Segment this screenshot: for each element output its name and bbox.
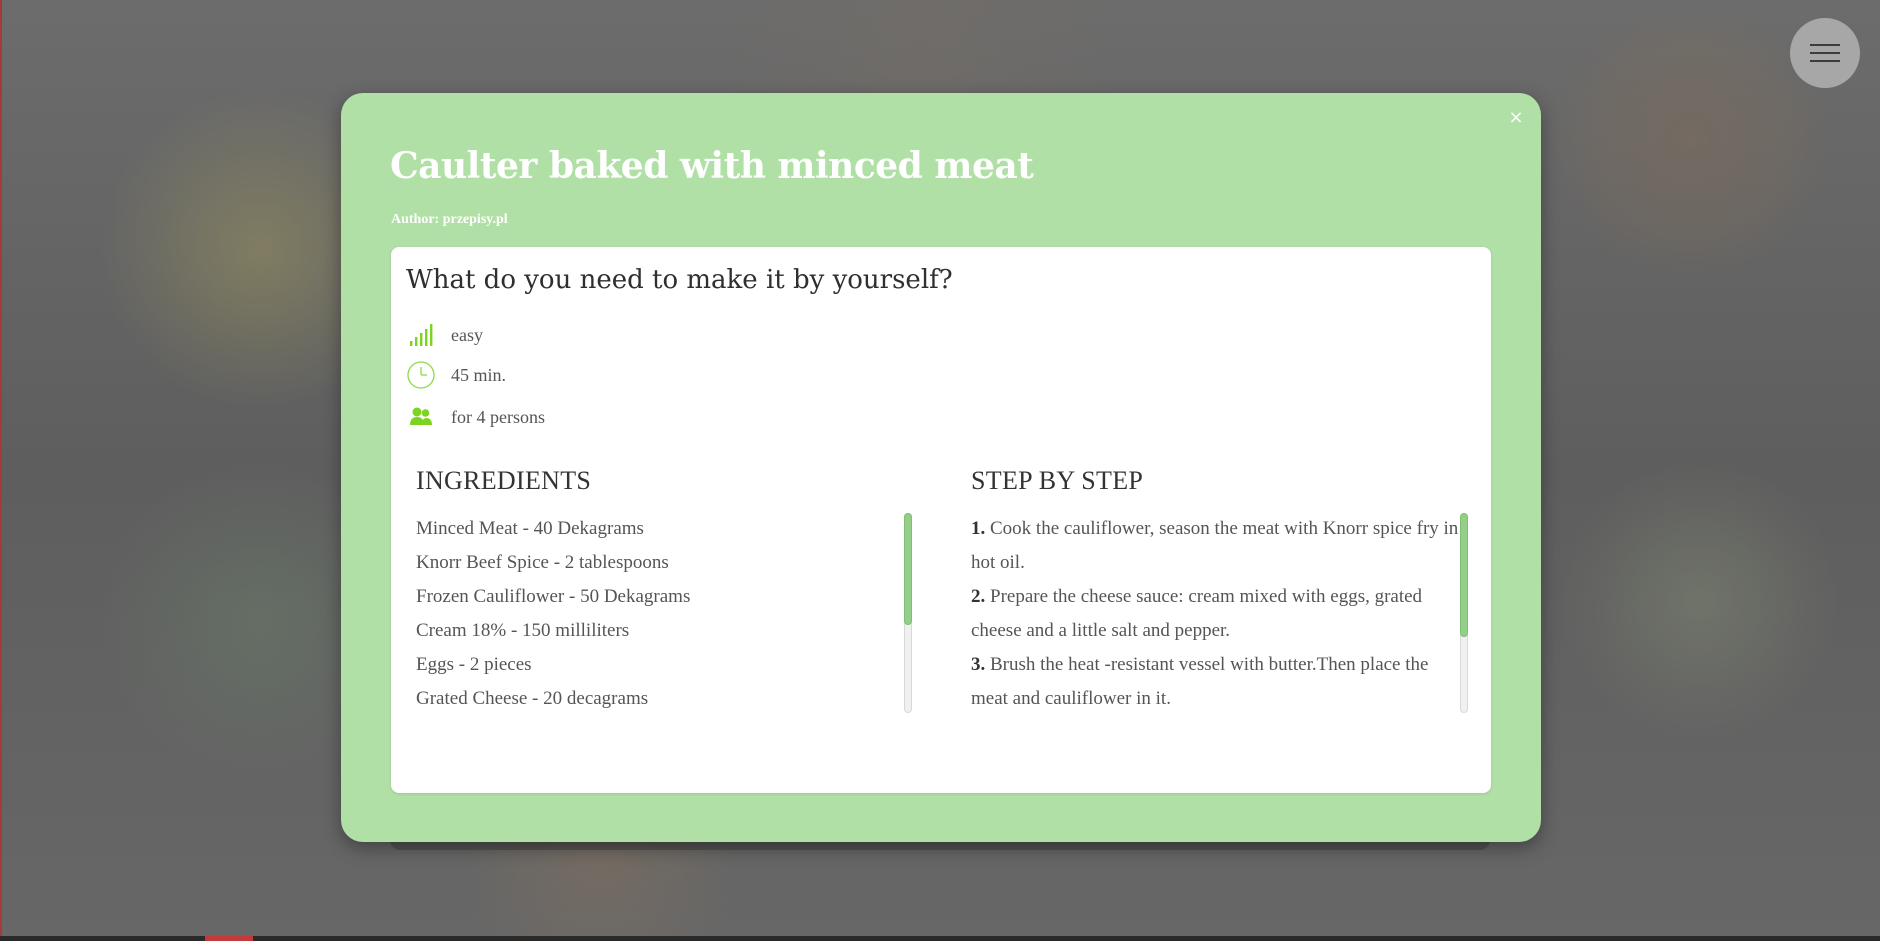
step-text: Cook the cauliflower, season the meat wi… <box>971 518 1459 573</box>
ingredient-item: Frozen Cauliflower - 50 Dekagrams <box>416 586 691 607</box>
ingredient-item: Minced Meat - 40 Dekagrams <box>416 518 644 539</box>
bottom-progress-indicator <box>205 936 253 941</box>
time-row: 45 min. <box>406 360 506 390</box>
ingredient-item: Grated Cheese - 20 decagrams <box>416 688 649 709</box>
step-item: 2. Prepare the cheese sauce: cream mixed… <box>971 580 1468 648</box>
servings-text: for 4 persons <box>451 406 545 427</box>
requirements-heading: What do you need to make it by yourself? <box>406 265 953 295</box>
ingredients-scroll-thumb[interactable] <box>904 513 912 625</box>
ingredients-scrollbar[interactable] <box>904 513 912 713</box>
difficulty-text: easy <box>451 324 483 345</box>
ingredient-item: Knorr Beef Spice - 2 tablespoons <box>416 552 669 573</box>
clock-icon <box>406 360 436 390</box>
time-text: 45 min. <box>451 364 507 385</box>
hamburger-menu-icon <box>1810 44 1840 62</box>
people-icon <box>406 402 436 432</box>
steps-scrollbar[interactable] <box>1460 513 1468 713</box>
steps-heading: STEP BY STEP <box>971 466 1144 495</box>
step-item: 3. Brush the heat -resistant vessel with… <box>971 648 1468 712</box>
steps-scroll-thumb[interactable] <box>1460 513 1468 637</box>
ingredients-section: INGREDIENTS Minced Meat - 40 Dekagrams K… <box>416 466 936 713</box>
ingredient-item: Cream 18% - 150 milliliters <box>416 620 630 641</box>
menu-button[interactable] <box>1790 18 1860 88</box>
left-edge-accent <box>0 0 2 941</box>
close-button[interactable]: × <box>1505 107 1527 129</box>
ingredients-list[interactable]: Minced Meat - 40 Dekagrams Knorr Beef Sp… <box>416 512 916 712</box>
recipe-modal: × Caulter baked with minced meat Author:… <box>341 93 1541 842</box>
steps-section: STEP BY STEP 1. Cook the cauliflower, se… <box>971 466 1481 713</box>
step-number: 3. <box>971 654 986 675</box>
recipe-details-card: What do you need to make it by yourself?… <box>391 247 1491 793</box>
recipe-title: Caulter baked with minced meat <box>390 145 1034 187</box>
difficulty-row: easy <box>406 320 483 350</box>
recipe-author: Author: przepisy.pl <box>391 212 508 227</box>
step-text: Brush the heat -resistant vessel with bu… <box>971 654 1429 709</box>
signal-bars-icon <box>406 320 436 350</box>
steps-list[interactable]: 1. Cook the cauliflower, season the meat… <box>971 512 1468 712</box>
step-number: 1. <box>971 518 986 539</box>
ingredient-item: Eggs - 2 pieces <box>416 654 532 675</box>
step-text: Prepare the cheese sauce: cream mixed wi… <box>971 586 1423 641</box>
step-number: 2. <box>971 586 986 607</box>
servings-row: for 4 persons <box>406 402 545 432</box>
bottom-progress-bar <box>0 936 1880 941</box>
ingredients-heading: INGREDIENTS <box>416 466 592 495</box>
step-item: 1. Cook the cauliflower, season the meat… <box>971 512 1468 580</box>
